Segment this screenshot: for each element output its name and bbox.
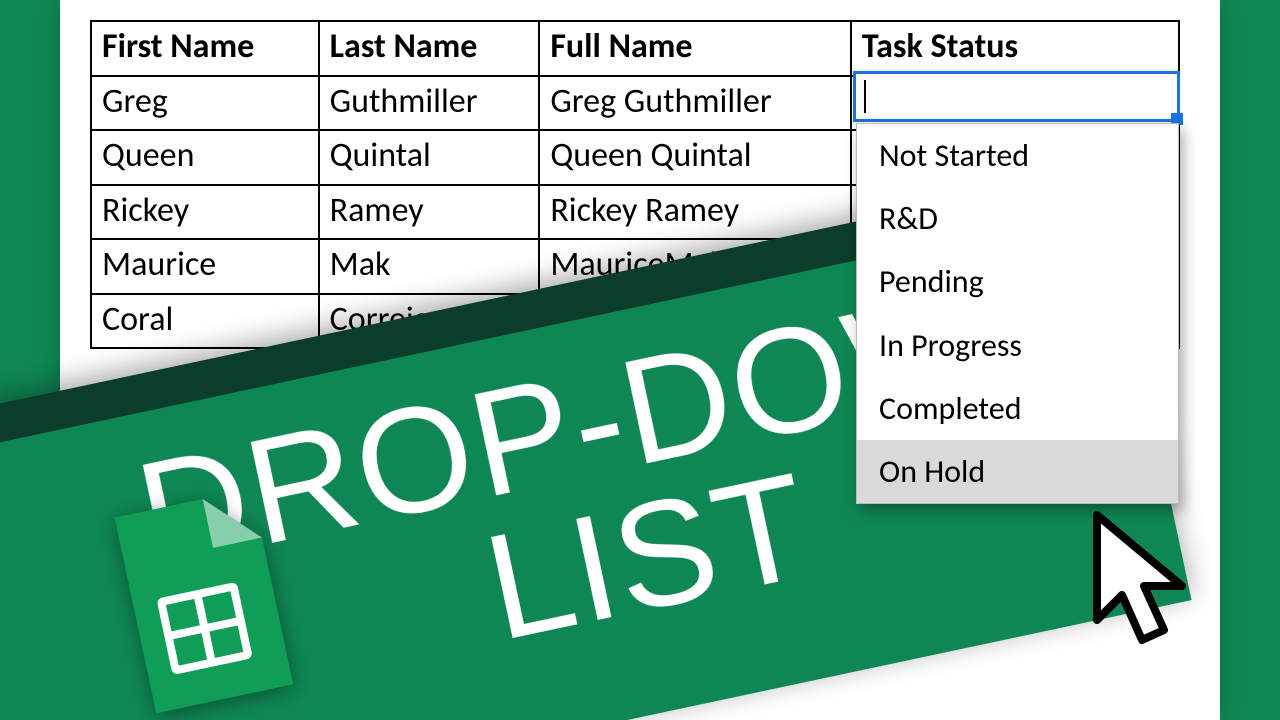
dropdown-option[interactable]: In Progress <box>857 314 1178 377</box>
dropdown-option[interactable]: Not Started <box>857 124 1178 187</box>
dropdown-option[interactable]: On Hold <box>857 440 1178 503</box>
text-caret-icon <box>864 80 866 113</box>
mouse-cursor-icon <box>1092 510 1202 660</box>
stage: First Name Last Name Full Name Task Stat… <box>0 0 1280 720</box>
cell-last-name[interactable]: Guthmiller <box>319 76 540 131</box>
cell-full-name[interactable]: Rickey Ramey <box>539 185 851 240</box>
cell-first-name[interactable]: Queen <box>91 130 319 185</box>
cell-first-name[interactable]: Coral <box>91 294 319 349</box>
active-cell[interactable] <box>853 71 1180 122</box>
task-status-dropdown[interactable]: Not Started R&D Pending In Progress Comp… <box>856 123 1179 504</box>
dropdown-option[interactable]: Pending <box>857 250 1178 313</box>
cell-last-name[interactable]: Ramey <box>319 185 540 240</box>
cell-first-name[interactable]: Greg <box>91 76 319 131</box>
dropdown-option[interactable]: R&D <box>857 187 1178 250</box>
col-task-status[interactable]: Task Status <box>851 21 1179 76</box>
cell-first-name[interactable]: Maurice <box>91 239 319 294</box>
cell-last-name[interactable]: Quintal <box>319 130 540 185</box>
col-full-name[interactable]: Full Name <box>539 21 851 76</box>
cell-last-name[interactable]: Mak <box>319 239 540 294</box>
col-last-name[interactable]: Last Name <box>319 21 540 76</box>
cell-full-name[interactable]: Queen Quintal <box>539 130 851 185</box>
dropdown-option[interactable]: Completed <box>857 377 1178 440</box>
cell-first-name[interactable]: Rickey <box>91 185 319 240</box>
col-first-name[interactable]: First Name <box>91 21 319 76</box>
cell-full-name[interactable]: Greg Guthmiller <box>539 76 851 131</box>
table-header-row: First Name Last Name Full Name Task Stat… <box>91 21 1179 76</box>
